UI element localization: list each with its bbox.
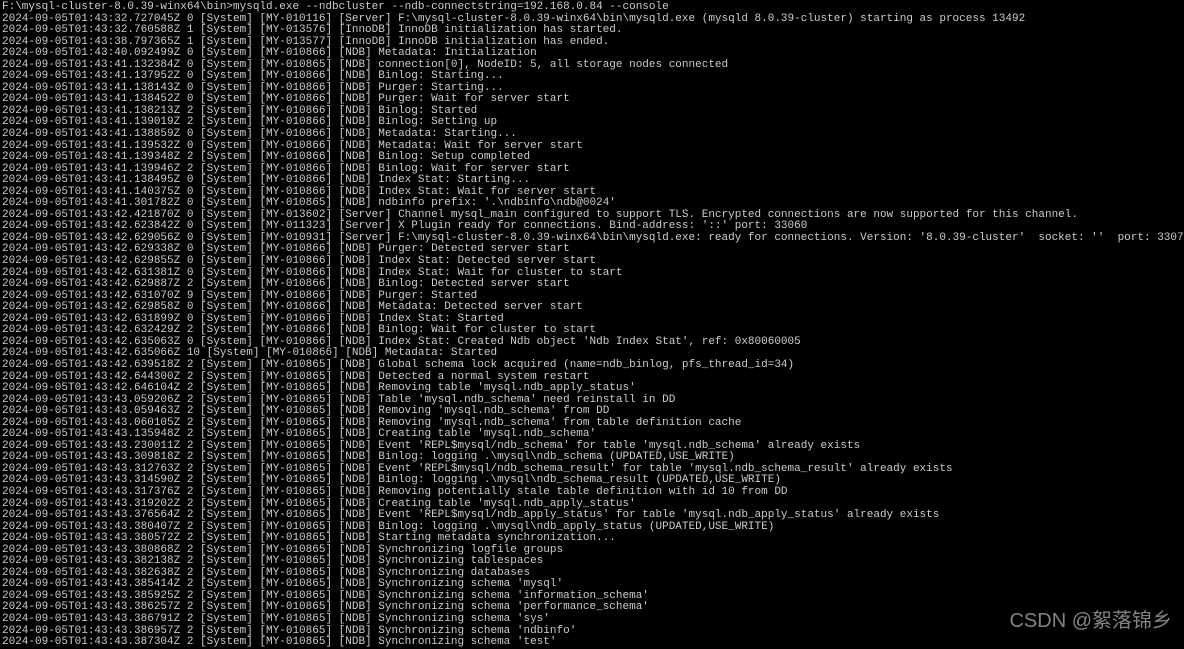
log-line: 2024-09-05T01:43:41.138859Z 0 [System] [… xyxy=(2,129,1182,141)
log-line: 2024-09-05T01:43:40.092499Z 0 [System] [… xyxy=(2,48,1182,60)
log-line: 2024-09-05T01:43:43.059463Z 2 [System] [… xyxy=(2,406,1182,418)
log-line: 2024-09-05T01:43:43.387304Z 2 [System] [… xyxy=(2,637,1182,649)
log-line: 2024-09-05T01:43:42.629887Z 2 [System] [… xyxy=(2,279,1182,291)
terminal-output[interactable]: F:\mysql-cluster-8.0.39-winx64\bin>mysql… xyxy=(2,2,1182,649)
log-line: 2024-09-05T01:43:43.317376Z 2 [System] [… xyxy=(2,487,1182,499)
watermark: CSDN @絮落锦乡 xyxy=(1009,611,1172,632)
log-line: 2024-09-05T01:43:42.639518Z 2 [System] [… xyxy=(2,360,1182,372)
log-line: 2024-09-05T01:43:42.646104Z 2 [System] [… xyxy=(2,383,1182,395)
log-line: 2024-09-05T01:43:42.629855Z 0 [System] [… xyxy=(2,256,1182,268)
log-line: 2024-09-05T01:43:43.380572Z 2 [System] [… xyxy=(2,533,1182,545)
command-line: F:\mysql-cluster-8.0.39-winx64\bin>mysql… xyxy=(2,2,1182,14)
log-line: 2024-09-05T01:43:32.760588Z 1 [System] [… xyxy=(2,25,1182,37)
log-line: 2024-09-05T01:43:43.386791Z 2 [System] [… xyxy=(2,614,1182,626)
log-line: 2024-09-05T01:43:43.376564Z 2 [System] [… xyxy=(2,510,1182,522)
log-line: 2024-09-05T01:43:41.139348Z 2 [System] [… xyxy=(2,152,1182,164)
